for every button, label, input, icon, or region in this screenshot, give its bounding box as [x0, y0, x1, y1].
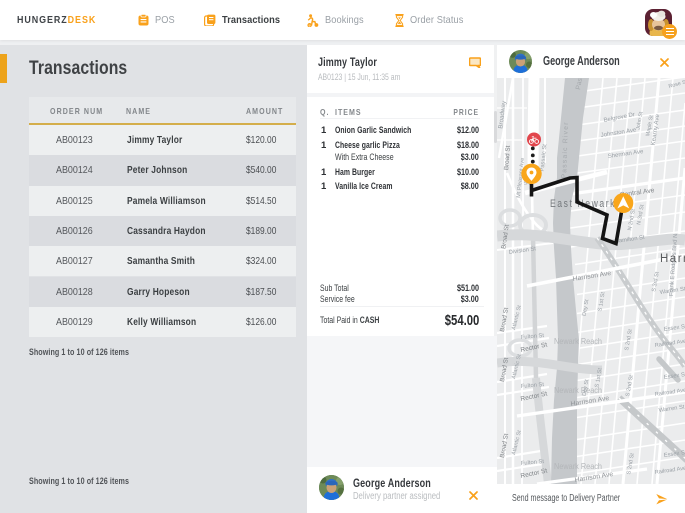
svg-text:Harr: Harr: [660, 253, 685, 265]
svg-text:Newark Reach: Newark Reach: [554, 461, 602, 471]
svg-text:Newark Reach: Newark Reach: [554, 336, 602, 346]
